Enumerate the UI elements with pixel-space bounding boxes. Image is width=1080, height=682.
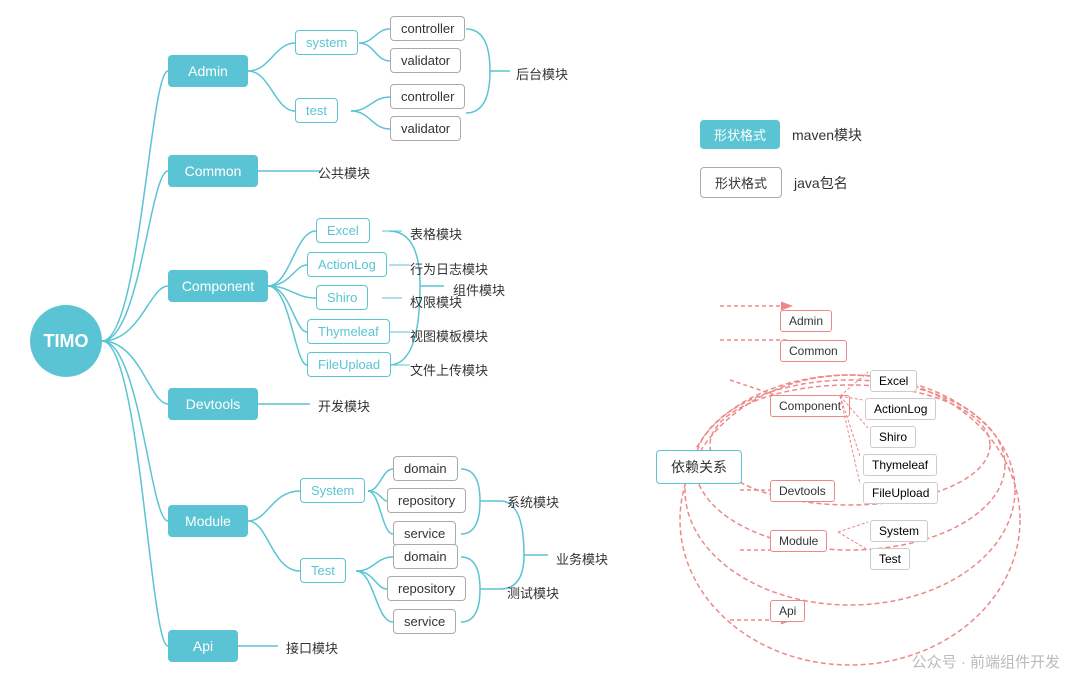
shiro-node: Shiro [316, 285, 368, 310]
excel-node: Excel [316, 218, 370, 243]
api-node: Api [168, 630, 238, 662]
sys-repository-node: repository [387, 488, 466, 513]
devtools-node: Devtools [168, 388, 258, 420]
thymeleaf-node: Thymeleaf [307, 319, 390, 344]
xingwei-label: 行为日志模块 [410, 259, 488, 278]
gonggong-label: 公共模块 [318, 163, 370, 182]
watermark: 公众号 · 前端组件开发 [912, 651, 1060, 672]
test-module-node: Test [300, 558, 346, 583]
sys-module-node: System [300, 478, 365, 503]
legend-container: 形状格式 maven模块 形状格式 java包名 [700, 120, 862, 198]
canvas: TIMO Admin Common Component Devtools Mod… [0, 0, 1080, 682]
test-service-node: service [393, 609, 456, 634]
legend-filled-box: 形状格式 [700, 120, 780, 149]
xitong-label: 系统模块 [507, 492, 559, 511]
dependency-label: 依赖关系 [656, 450, 742, 484]
biaoge-label: 表格模块 [410, 224, 462, 243]
admin-node: Admin [168, 55, 248, 87]
houtai-label: 后台模块 [516, 64, 568, 83]
admin-validator-node: validator [390, 48, 461, 73]
wenjian-label: 文件上传模块 [410, 360, 488, 379]
actionlog-node: ActionLog [307, 252, 387, 277]
shitu-label: 视图模板模块 [410, 326, 488, 345]
admin-controller-node: controller [390, 16, 465, 41]
legend-maven-label: maven模块 [792, 125, 862, 145]
jiekou-label: 接口模块 [286, 638, 338, 657]
test-repository-node: repository [387, 576, 466, 601]
zujian-label: 组件模块 [453, 280, 505, 299]
kaifa-label: 开发模块 [318, 396, 370, 415]
test-domain-node: domain [393, 544, 458, 569]
legend-java-label: java包名 [794, 173, 848, 193]
component-node: Component [168, 270, 268, 302]
test-controller-node: controller [390, 84, 465, 109]
sys-service-node: service [393, 521, 456, 546]
common-node: Common [168, 155, 258, 187]
module-node: Module [168, 505, 248, 537]
ceshi-label: 测试模块 [507, 583, 559, 602]
right-connect-lines [760, 300, 1080, 620]
sys-domain-node: domain [393, 456, 458, 481]
test-validator-node: validator [390, 116, 461, 141]
test-node: test [295, 98, 338, 123]
timo-node: TIMO [30, 305, 102, 377]
system-node: system [295, 30, 358, 55]
yewu-label: 业务模块 [556, 549, 608, 568]
fileupload-node: FileUpload [307, 352, 391, 377]
legend-outline-box: 形状格式 [700, 167, 782, 198]
